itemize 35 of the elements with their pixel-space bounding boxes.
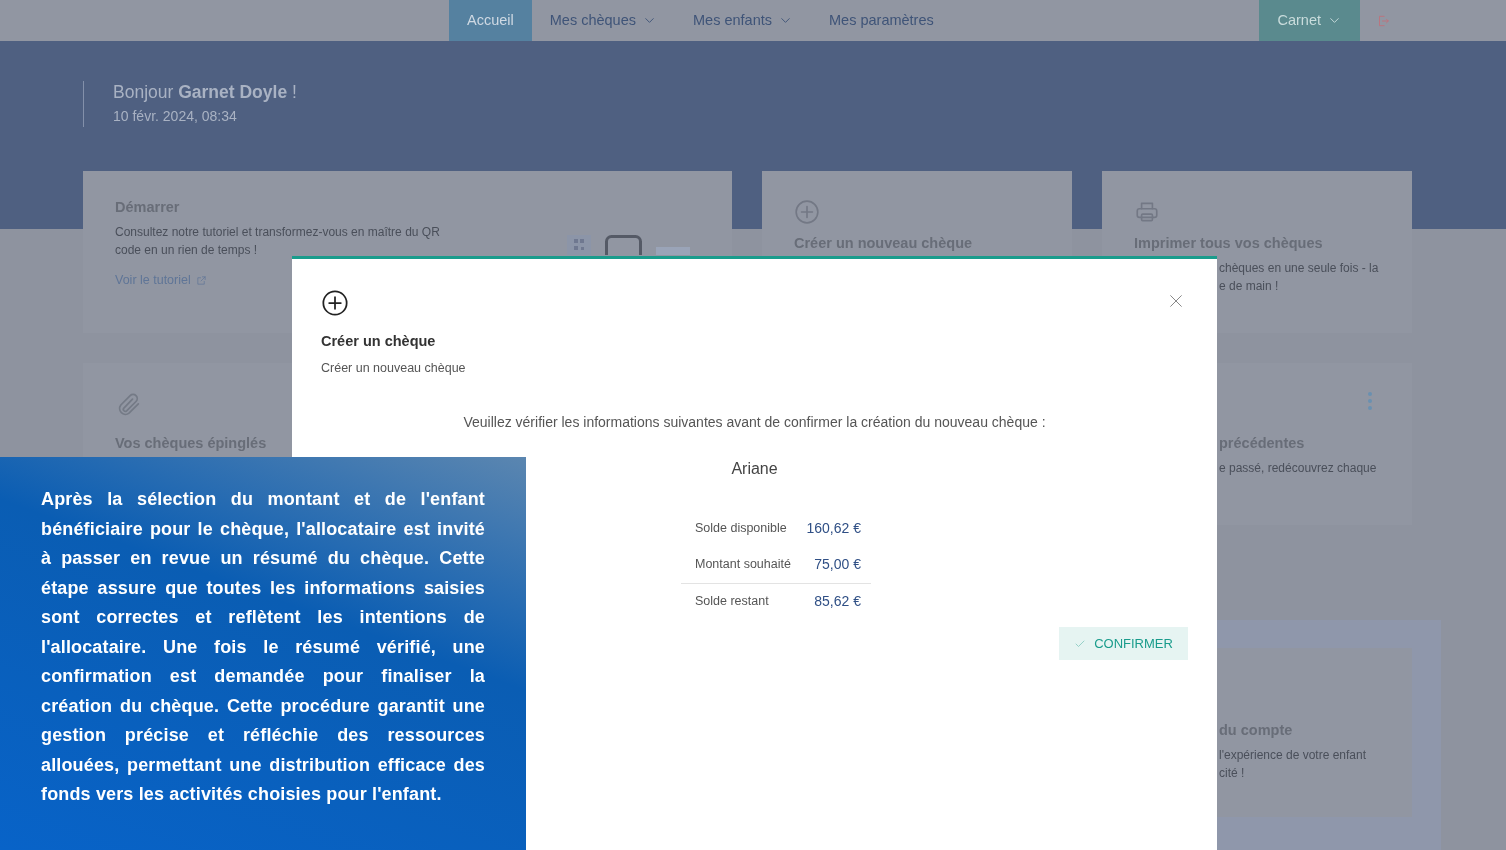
- summary-value: 160,62 €: [806, 519, 861, 538]
- card-text: chèques en une seule fois - la: [1219, 259, 1379, 277]
- plus-circle-icon: [321, 289, 349, 317]
- summary-label: Montant souhaité: [695, 556, 791, 574]
- nav-tab[interactable]: Accueil: [449, 0, 532, 41]
- close-button[interactable]: [1168, 293, 1184, 309]
- qr-code-icon: [567, 235, 591, 255]
- confirmation-message: Veuillez vérifier les informations suivantes avant de confirmer la création du nouveau chèque :: [462, 412, 1047, 432]
- nav-tab[interactable]: Mes paramètres: [811, 0, 952, 41]
- card-text: e passé, redécouvrez chaque: [1219, 459, 1377, 477]
- external-link-icon: [195, 274, 207, 286]
- greeting: Bonjour Garnet Doyle !: [113, 81, 298, 103]
- confirm-button[interactable]: CONFIRMER: [1059, 627, 1188, 660]
- plus-circle-icon: [794, 199, 820, 225]
- date-time: 10 févr. 2024, 08:34: [113, 107, 238, 126]
- card-text: e de main !: [1219, 277, 1279, 295]
- dialog-title: Créer un chèque: [321, 332, 437, 351]
- logout-icon: [1376, 13, 1390, 28]
- kebab-menu-icon[interactable]: [1368, 391, 1372, 411]
- card-text: l'expérience de votre enfant: [1219, 746, 1367, 764]
- summary-value: 85,62 €: [814, 591, 861, 611]
- nav-tab[interactable]: Mes enfants: [675, 0, 811, 41]
- account-menu[interactable]: Carnet: [1259, 0, 1360, 41]
- caption-text: Après la sélection du montant et de l'enfant bénéficiaire pour le chèque, l'allocataire est invité à passer en revue un résumé du chèque. Cette étape assure que toutes les informations saisies sont correctes et reflètent les intentions de l'allocataire. Une fois le résumé vérifié, une confirmation est demandée pour finaliser la création du chèque. Cette procédure garantit une gestion précise et réfléchie des ressources allouées, permettant une distribution efficace des fonds vers les activités choisies pour l'enfant.: [41, 488, 485, 806]
- close-icon: [1168, 293, 1184, 309]
- summary-value: 75,00 €: [814, 555, 861, 574]
- card-text: Consultez notre tutoriel et transformez-vous en maître du QR code en un rien de temps !: [115, 223, 441, 259]
- dialog-subtitle: Créer un nouveau chèque: [321, 359, 467, 377]
- summary-label: Solde restant: [695, 592, 769, 610]
- phone-drawing: [605, 235, 642, 255]
- nav-tab[interactable]: Mes chèques: [531, 0, 675, 41]
- summary-label: Solde disponible: [695, 520, 787, 538]
- card-text: cité !: [1219, 764, 1245, 782]
- child-name: Ariane: [730, 458, 779, 479]
- card-drawing: [656, 247, 690, 255]
